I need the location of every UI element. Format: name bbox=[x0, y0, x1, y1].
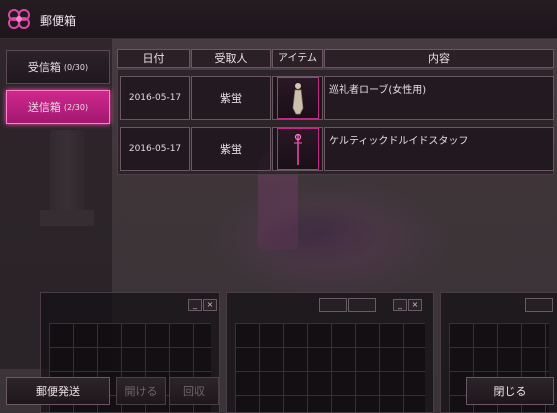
row1-recipient[interactable]: 紫蛍 bbox=[191, 76, 271, 120]
column-header-recipient: 受取人 bbox=[191, 49, 271, 68]
robe-figure-icon bbox=[276, 77, 319, 119]
open-button[interactable]: 開ける bbox=[116, 377, 166, 405]
frame-option-button-b[interactable] bbox=[348, 298, 376, 312]
column-header-date: 日付 bbox=[117, 49, 190, 68]
window-title: 郵便箱 bbox=[40, 14, 77, 28]
row1-date[interactable]: 2016-05-17 bbox=[120, 76, 190, 120]
inbox-count: (0/30) bbox=[63, 62, 89, 72]
minimize-icon[interactable]: _ bbox=[393, 299, 407, 311]
column-header-content: 内容 bbox=[324, 49, 554, 68]
outbox-tab[interactable]: 送信箱 (2/30) bbox=[6, 90, 110, 124]
frame-option-button-c[interactable] bbox=[525, 298, 553, 312]
row2-recipient[interactable]: 紫蛍 bbox=[191, 127, 271, 171]
mail-emblem-icon bbox=[8, 9, 30, 29]
row2-content[interactable]: ケルティックドルイドスタッフ bbox=[324, 127, 554, 171]
row2-item-slot[interactable] bbox=[272, 127, 323, 171]
recall-button[interactable]: 回収 bbox=[169, 377, 219, 405]
inventory-grid-2[interactable] bbox=[235, 323, 425, 412]
frame-option-button-a[interactable] bbox=[319, 298, 347, 312]
send-mail-button[interactable]: 郵便発送 bbox=[6, 377, 110, 405]
inbox-tab[interactable]: 受信箱 (0/30) bbox=[6, 50, 110, 84]
inbox-label: 受信箱 bbox=[27, 61, 61, 74]
close-button[interactable]: 閉じる bbox=[466, 377, 554, 405]
row1-content[interactable]: 巡礼者ローブ(女性用) bbox=[324, 76, 554, 120]
row2-date[interactable]: 2016-05-17 bbox=[120, 127, 190, 171]
column-header-item: アイテム bbox=[272, 49, 323, 68]
window-titlebar: 郵便箱 bbox=[0, 0, 557, 39]
inventory-frame-2: _ × bbox=[226, 292, 434, 413]
close-icon[interactable]: × bbox=[203, 299, 217, 311]
staff-icon bbox=[276, 128, 319, 170]
close-icon[interactable]: × bbox=[408, 299, 422, 311]
outbox-count: (2/30) bbox=[63, 102, 89, 112]
outbox-label: 送信箱 bbox=[27, 101, 61, 114]
minimize-icon[interactable]: _ bbox=[188, 299, 202, 311]
row1-item-slot[interactable] bbox=[272, 76, 323, 120]
